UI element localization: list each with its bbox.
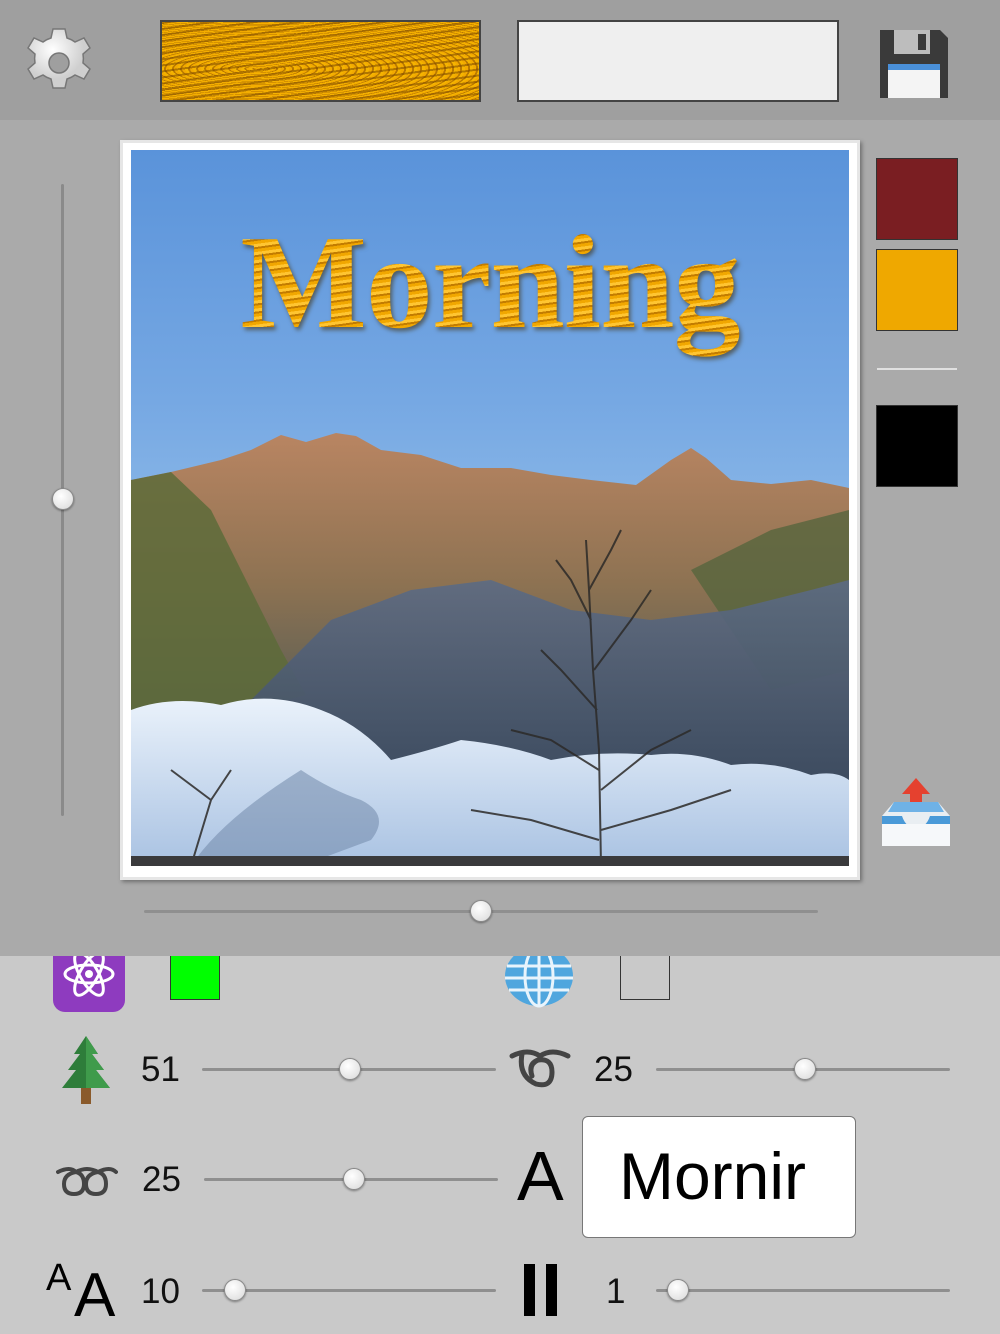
tree-value: 51 xyxy=(141,1050,180,1089)
inbox-upload-icon[interactable] xyxy=(878,776,954,850)
globe-icon[interactable] xyxy=(503,956,575,1010)
palette-divider xyxy=(877,368,957,370)
color-swatch-green[interactable] xyxy=(170,956,220,1000)
font-name-field[interactable]: Mornir xyxy=(582,1116,856,1238)
headline-text[interactable]: Morning xyxy=(131,205,849,359)
pause-icon xyxy=(524,1264,557,1316)
color-swatch-yellow[interactable] xyxy=(876,249,958,331)
loop-slider-thumb[interactable] xyxy=(794,1058,816,1080)
floppy-disk-icon[interactable] xyxy=(876,26,952,102)
color-swatch-empty[interactable] xyxy=(620,956,670,1000)
tree-icon xyxy=(62,1036,110,1104)
double-loop-value: 25 xyxy=(142,1160,181,1199)
photo-canvas[interactable]: Morning xyxy=(131,150,849,866)
text-size-value: 10 xyxy=(141,1272,180,1311)
text-size-slider-thumb[interactable] xyxy=(224,1279,246,1301)
pause-slider-thumb[interactable] xyxy=(667,1279,689,1301)
controls-panel: 51 25 25 A Mornir A A 10 1 xyxy=(0,956,1000,1334)
loop-icon xyxy=(509,1049,571,1088)
pause-slider-track[interactable] xyxy=(656,1289,950,1292)
vertical-slider-thumb[interactable] xyxy=(52,488,74,510)
wood-texture-swatch[interactable] xyxy=(160,20,481,102)
svg-text:A: A xyxy=(74,1261,116,1318)
text-input[interactable] xyxy=(517,20,839,102)
double-loop-slider-thumb[interactable] xyxy=(343,1168,365,1190)
horizontal-slider-thumb[interactable] xyxy=(470,900,492,922)
loop-value: 25 xyxy=(594,1050,633,1089)
tree-slider-thumb[interactable] xyxy=(339,1058,361,1080)
color-swatch-black[interactable] xyxy=(876,405,958,487)
text-size-slider-track[interactable] xyxy=(202,1289,496,1292)
font-label: A xyxy=(517,1137,564,1215)
atom-icon[interactable] xyxy=(53,956,125,1012)
double-loop-icon xyxy=(56,1167,118,1197)
text-size-icon: A A xyxy=(46,1257,116,1318)
pause-value: 1 xyxy=(606,1272,626,1311)
gear-icon[interactable] xyxy=(22,26,96,100)
color-swatch-red[interactable] xyxy=(876,158,958,240)
svg-text:A: A xyxy=(46,1257,72,1299)
top-toolbar xyxy=(0,0,1000,120)
